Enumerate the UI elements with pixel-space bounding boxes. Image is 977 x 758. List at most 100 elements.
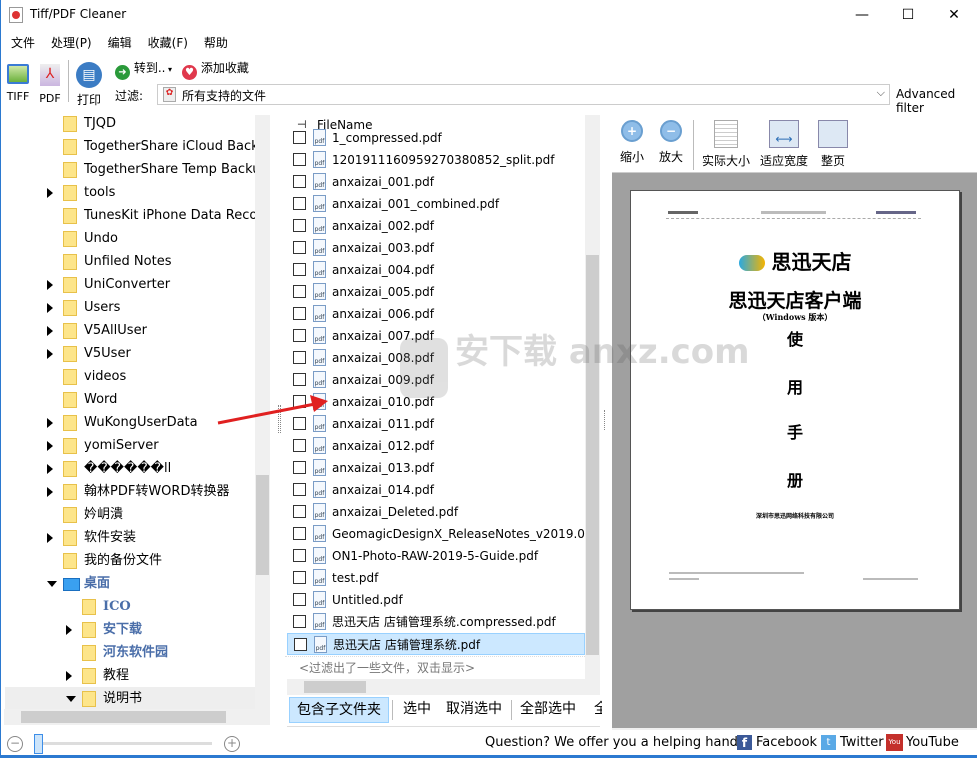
pdf-button[interactable]: ⅄ PDF [37, 62, 63, 105]
youtube-icon[interactable]: You [886, 734, 903, 751]
facebook-link[interactable]: Facebook [756, 735, 817, 750]
file-row[interactable]: pdf Untitled.pdf [287, 589, 585, 611]
file-checkbox[interactable] [293, 373, 306, 386]
include-subfolders-button[interactable]: 包含子文件夹 [289, 697, 389, 723]
zoom-plus-icon[interactable]: + [224, 736, 240, 752]
add-favorite-button[interactable]: ♥ 添加收藏 [182, 59, 249, 80]
tree-node[interactable]: V5User [5, 342, 257, 365]
file-checkbox[interactable] [293, 241, 306, 254]
tree-node[interactable]: ������ll [5, 457, 257, 480]
zoom-slider-thumb[interactable] [34, 734, 43, 754]
youtube-link[interactable]: YouTube [906, 735, 959, 750]
file-checkbox[interactable] [293, 615, 306, 628]
file-row[interactable]: pdf anxaizai_007.pdf [287, 325, 585, 347]
file-horizontal-scrollbar[interactable] [287, 679, 585, 695]
tree-node[interactable]: TogetherShare Temp Backup [5, 158, 257, 181]
zoom-in-button[interactable]: − 放大 [657, 120, 685, 165]
collapsed-arrow-icon[interactable] [47, 349, 53, 359]
tree-node[interactable]: UniConverter [5, 273, 257, 296]
tree-node[interactable]: 教程 [5, 664, 257, 687]
fit-width-button[interactable]: ⟷ 适应宽度 [758, 120, 810, 169]
tree-node[interactable]: TJQD [5, 115, 257, 135]
file-checkbox[interactable] [293, 197, 306, 210]
file-row[interactable]: pdf anxaizai_008.pdf [287, 347, 585, 369]
close-button[interactable]: ✕ [931, 0, 977, 30]
file-row[interactable]: pdf anxaizai_006.pdf [287, 303, 585, 325]
menu-favorites[interactable]: 收藏(F) [140, 31, 196, 55]
file-row[interactable]: pdf 思迅天店 店铺管理系统.compressed.pdf [287, 611, 585, 633]
file-row[interactable]: pdf anxaizai_001_combined.pdf [287, 193, 585, 215]
file-row[interactable]: pdf 1_compressed.pdf [287, 127, 585, 149]
collapsed-arrow-icon[interactable] [47, 533, 53, 543]
file-checkbox[interactable] [293, 219, 306, 232]
select-all-button[interactable]: 全部选中 [520, 697, 576, 723]
file-row[interactable]: pdf anxaizai_005.pdf [287, 281, 585, 303]
tree-node[interactable]: Unfiled Notes [5, 250, 257, 273]
collapsed-arrow-icon[interactable] [47, 303, 53, 313]
file-checkbox[interactable] [293, 263, 306, 276]
minimize-button[interactable]: — [839, 0, 885, 30]
file-checkbox[interactable] [293, 153, 306, 166]
file-row[interactable]: pdf anxaizai_003.pdf [287, 237, 585, 259]
tree-node[interactable]: 说明书 [5, 687, 257, 710]
collapsed-arrow-icon[interactable] [47, 326, 53, 336]
zoom-out-button[interactable]: + 缩小 [618, 120, 646, 165]
tree-node[interactable]: Undo [5, 227, 257, 250]
collapsed-arrow-icon[interactable] [47, 464, 53, 474]
file-row[interactable]: pdf anxaizai_012.pdf [287, 435, 585, 457]
file-checkbox[interactable] [293, 461, 306, 474]
facebook-icon[interactable]: f [737, 735, 752, 750]
filtered-note[interactable]: <过滤出了一些文件，双击显示> [285, 656, 585, 678]
tree-node[interactable]: 软件安装 [5, 526, 257, 549]
collapsed-arrow-icon[interactable] [66, 625, 72, 635]
twitter-link[interactable]: Twitter [840, 735, 884, 750]
scrollbar-thumb[interactable] [256, 475, 269, 575]
tree-node[interactable]: yomiServer [5, 434, 257, 457]
splitter-handle[interactable] [604, 410, 606, 430]
tree-node[interactable]: 河东软件园 [5, 641, 257, 664]
select-button[interactable]: 选中 [403, 697, 431, 723]
file-checkbox[interactable] [293, 483, 306, 496]
menu-help[interactable]: 帮助 [196, 31, 236, 55]
scrollbar-thumb[interactable] [586, 255, 599, 655]
file-checkbox[interactable] [294, 638, 307, 651]
maximize-button[interactable]: ☐ [885, 0, 931, 30]
file-row[interactable]: pdf 1201911160959270380852_split.pdf [287, 149, 585, 171]
deselect-button[interactable]: 取消选中 [446, 697, 502, 723]
file-checkbox[interactable] [293, 351, 306, 364]
menu-process[interactable]: 处理(P) [43, 31, 100, 55]
menu-file[interactable]: 文件 [3, 31, 43, 55]
tree-node[interactable]: videos [5, 365, 257, 388]
collapsed-arrow-icon[interactable] [47, 418, 53, 428]
actual-size-button[interactable]: 实际大小 [700, 120, 752, 169]
tree-node[interactable]: TogetherShare iCloud Backup [5, 135, 257, 158]
twitter-icon[interactable]: t [821, 735, 836, 750]
expanded-arrow-icon[interactable] [66, 696, 76, 702]
goto-button[interactable]: ➜ 转到.. ▾ [115, 59, 172, 80]
tree-node[interactable]: Users [5, 296, 257, 319]
tree-node[interactable]: 妗岄潰 [5, 503, 257, 526]
menu-edit[interactable]: 编辑 [100, 31, 140, 55]
tree-node[interactable]: ICO [5, 595, 257, 618]
filter-select[interactable]: ✿ 所有支持的文件 ⌵ [157, 84, 890, 105]
file-checkbox[interactable] [293, 549, 306, 562]
file-checkbox[interactable] [293, 505, 306, 518]
file-row[interactable]: pdf GeomagicDesignX_ReleaseNotes_v2019.0.… [287, 523, 585, 545]
tree-node[interactable]: TunesKit iPhone Data Recover [5, 204, 257, 227]
expanded-arrow-icon[interactable] [47, 581, 57, 587]
file-checkbox[interactable] [293, 439, 306, 452]
file-checkbox[interactable] [293, 527, 306, 540]
file-vertical-scrollbar[interactable] [585, 115, 600, 695]
collapsed-arrow-icon[interactable] [66, 671, 72, 681]
file-row[interactable]: pdf anxaizai_001.pdf [287, 171, 585, 193]
more-button[interactable]: 全 [594, 697, 602, 723]
tree-node[interactable]: tools [5, 181, 257, 204]
scrollbar-thumb[interactable] [304, 681, 366, 693]
file-row[interactable]: pdf test.pdf [287, 567, 585, 589]
tree-horizontal-scrollbar[interactable] [4, 709, 270, 725]
collapsed-arrow-icon[interactable] [47, 188, 53, 198]
file-row[interactable]: pdf anxaizai_004.pdf [287, 259, 585, 281]
file-row[interactable]: pdf anxaizai_Deleted.pdf [287, 501, 585, 523]
print-button[interactable]: ▤ 打印 [74, 62, 104, 108]
file-row[interactable]: pdf anxaizai_009.pdf [287, 369, 585, 391]
